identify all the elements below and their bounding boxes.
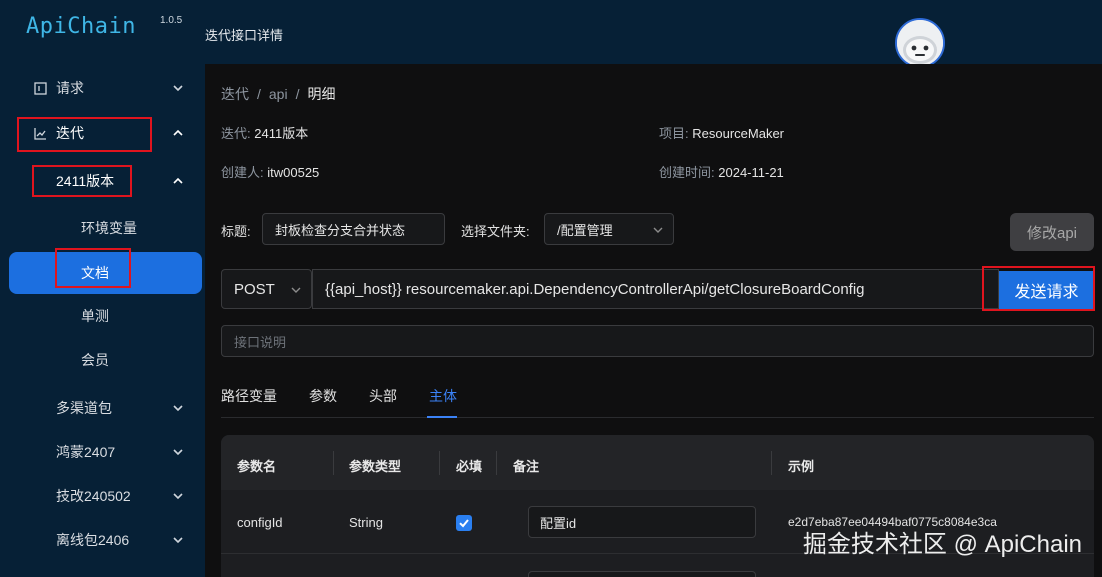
sidebar-item-tech-upgrade[interactable]: 技改240502 [0,474,205,518]
table-header: 参数名 参数类型 必填 备注 示例 [221,435,1094,490]
column-divider [496,451,497,475]
main-content: 迭代 / api / 明细 迭代: 2411版本 项目: ResourceMaker 创… [205,64,1102,577]
sidebar-item-label: 单测 [81,308,109,324]
title-label: 标题: [221,224,251,239]
window-icon [34,81,47,95]
title-value: 封板检查分支合并状态 [275,222,406,238]
param-type: String [349,515,383,530]
breadcrumb-item[interactable]: api [269,86,288,102]
description-placeholder: 接口说明 [234,334,287,350]
chevron-up-icon [173,128,183,138]
meta-label: 迭代: [221,126,251,141]
tab-headers[interactable]: 头部 [369,386,397,406]
param-name: configId [237,515,283,530]
note-value: 配置id [540,515,577,531]
chevron-down-icon [291,285,301,295]
folder-label: 选择文件夹: [461,224,530,239]
tab-divider [221,417,1094,418]
tab-active-indicator [427,416,457,418]
avatar[interactable] [895,18,945,68]
chevron-down-icon [173,491,183,501]
annotation-box [17,117,152,152]
meta-creator: 创建人: itw00525 [221,162,319,181]
column-divider [771,451,772,475]
meta-value: ResourceMaker [692,126,785,141]
meta-value: 2024-11-21 [718,165,784,180]
app-logo: ApiChain [26,14,136,39]
column-header: 参数名 [237,459,277,474]
annotation-box [32,165,132,197]
meta-label: 创建时间: [659,165,715,180]
column-header: 备注 [513,459,540,474]
annotation-box [982,266,1095,311]
note-input[interactable]: 配置id [528,506,756,538]
sidebar-item-label: 多渠道包 [56,400,112,416]
sidebar-item-label: 会员 [81,352,109,368]
meta-label: 创建人: [221,165,264,180]
top-bar: 迭代接口详情 [205,0,1102,68]
chevron-down-icon [173,447,183,457]
folder-select[interactable]: /配置管理 [544,213,674,245]
edit-api-button[interactable]: 修改api [1010,213,1094,251]
tab-path-variables[interactable]: 路径变量 [221,386,277,406]
chevron-up-icon [173,176,183,186]
column-header: 示例 [788,459,815,474]
tab-params[interactable]: 参数 [309,386,337,406]
method-select[interactable]: POST [221,269,312,309]
robot-avatar-icon [897,20,943,66]
watermark-text: 掘金技术社区 @ ApiChain [802,531,1082,558]
meta-value: itw00525 [267,165,320,180]
tab-body[interactable]: 主体 [429,386,457,406]
sidebar-item-member[interactable]: 会员 [0,338,205,382]
chevron-down-icon [173,83,183,93]
sidebar-item-request[interactable]: 请求 [0,66,205,110]
column-header: 必填 [456,459,483,474]
meta-value: 2411版本 [254,126,309,141]
note-input[interactable] [528,571,756,577]
column-divider [439,451,440,475]
breadcrumb-current: 明细 [307,86,336,102]
check-icon [459,519,469,528]
method-value: POST [234,280,275,298]
annotation-box [55,248,131,288]
required-checkbox[interactable] [456,515,472,531]
breadcrumb-item[interactable]: 迭代 [221,86,249,102]
chevron-down-icon [173,535,183,545]
chevron-down-icon [173,403,183,413]
page-title: 迭代接口详情 [205,28,284,43]
sidebar-item-harmony[interactable]: 鸿蒙2407 [0,430,205,474]
sidebar-item-env-vars[interactable]: 环境变量 [0,206,205,250]
breadcrumb: 迭代 / api / 明细 [221,86,336,102]
meta-iteration: 迭代: 2411版本 [221,123,308,142]
description-input[interactable]: 接口说明 [221,325,1094,357]
sidebar-item-offline-pkg[interactable]: 离线包2406 [0,518,205,562]
meta-label: 项目: [659,126,689,141]
column-divider [333,451,334,475]
sidebar: ApiChain 1.0.5 请求 迭代 2411版本 环境变量 文档 单测 会… [0,0,205,577]
sidebar-item-label: 鸿蒙2407 [56,444,116,460]
chevron-down-icon [653,225,663,235]
url-input[interactable]: {{api_host}} resourcemaker.api.Dependenc… [312,269,999,309]
folder-value: /配置管理 [557,222,613,238]
sidebar-item-label: 离线包2406 [56,532,130,548]
sidebar-item-unit-test[interactable]: 单测 [0,294,205,338]
title-input[interactable]: 封板检查分支合并状态 [262,213,445,245]
url-value: {{api_host}} resourcemaker.api.Dependenc… [325,280,865,298]
sidebar-item-label: 环境变量 [81,220,137,236]
column-header: 参数类型 [349,459,402,474]
sidebar-item-label: 请求 [56,80,84,96]
meta-created-time: 创建时间: 2024-11-21 [659,162,784,181]
meta-project: 项目: ResourceMaker [659,123,784,142]
app-version: 1.0.5 [160,15,183,26]
sidebar-item-multichannel[interactable]: 多渠道包 [0,386,205,430]
sidebar-item-label: 技改240502 [56,488,131,504]
